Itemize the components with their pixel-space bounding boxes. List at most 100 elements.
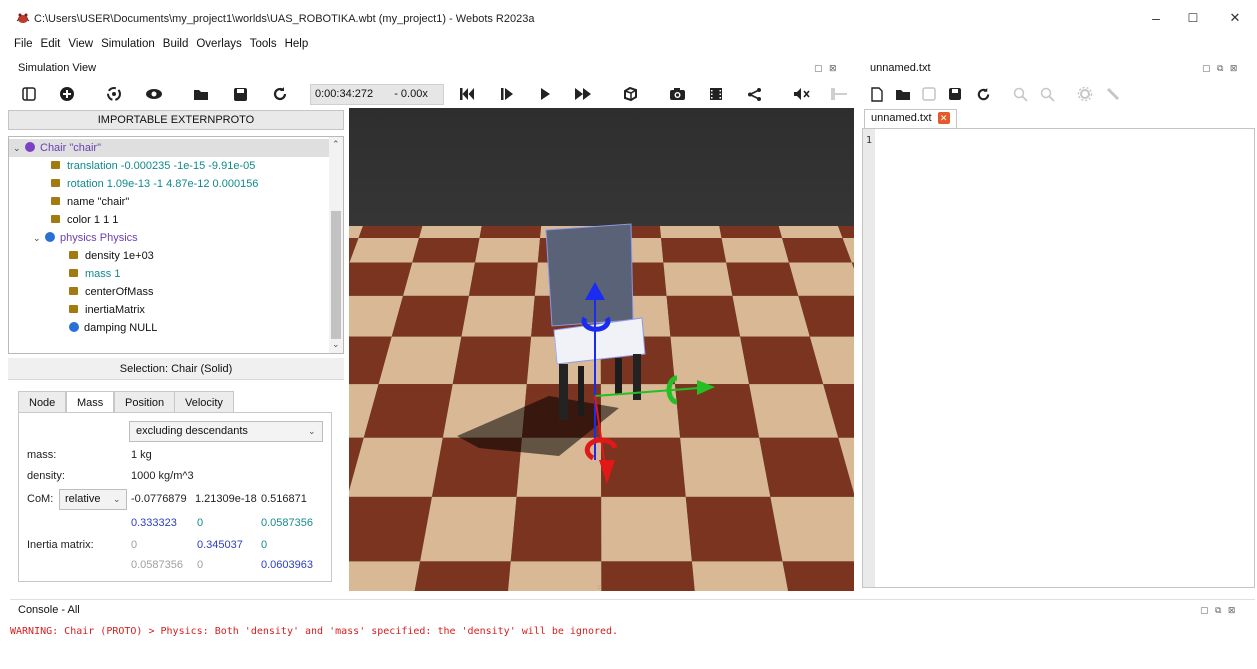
tree-scroll-thumb[interactable] <box>331 211 341 339</box>
editor-panel-buttons-icon[interactable]: ▢ ⧉ ⊠ <box>1202 58 1239 78</box>
save-icon[interactable] <box>229 83 251 105</box>
tree-field-density[interactable]: density 1e+03 <box>69 247 154 265</box>
field-icon <box>51 161 60 170</box>
tree-field-mass[interactable]: mass 1 <box>69 265 120 283</box>
clean-icon[interactable] <box>1102 83 1124 105</box>
mute-icon[interactable] <box>790 83 812 105</box>
com-mode-value: relative <box>65 493 101 505</box>
tree-field-rotation[interactable]: rotation 1.09e-13 -1 4.87e-12 0.000156 <box>51 175 258 193</box>
fast-forward-icon[interactable] <box>572 83 594 105</box>
floor-tile <box>666 295 741 337</box>
sidebar-toggle-icon[interactable] <box>18 83 40 105</box>
build-icon[interactable] <box>1074 83 1096 105</box>
field-label: rotation 1.09e-13 -1 4.87e-12 0.000156 <box>67 178 259 190</box>
descendants-select[interactable]: excluding descendants ⌄ <box>129 421 323 442</box>
scroll-down-icon[interactable]: ⌄ <box>332 339 340 350</box>
tab-node[interactable]: Node <box>18 391 67 413</box>
editor-revert-icon[interactable] <box>972 83 994 105</box>
inertia-r1-c3: 0.0587356 <box>261 517 313 529</box>
floor-tile <box>403 262 476 296</box>
panel-float-close-icon[interactable]: ▢ ⊠ <box>814 58 839 78</box>
inertia-r2-c2: 0.345037 <box>197 539 243 551</box>
open-folder-icon[interactable] <box>190 83 212 105</box>
inertia-r1-c1: 0.333323 <box>131 517 177 529</box>
add-node-icon[interactable] <box>56 83 78 105</box>
window-title: C:\Users\USER\Documents\my_project1\worl… <box>34 13 535 25</box>
menu-overlays[interactable]: Overlays <box>192 36 245 56</box>
record-icon[interactable] <box>705 83 727 105</box>
menu-file[interactable]: File <box>10 36 37 56</box>
floor-tile <box>749 384 839 438</box>
play-icon[interactable] <box>534 83 556 105</box>
floor-tile <box>670 336 750 385</box>
tree-node-damping[interactable]: damping NULL <box>69 319 157 337</box>
tab-velocity[interactable]: Velocity <box>174 391 234 413</box>
new-file-icon[interactable] <box>866 83 888 105</box>
tree-field-inertiamatrix[interactable]: inertiaMatrix <box>69 301 145 319</box>
menu-tools[interactable]: Tools <box>246 36 281 56</box>
tree-node-label: damping NULL <box>84 322 158 334</box>
tab-position[interactable]: Position <box>114 391 176 413</box>
console-panel-buttons-icon[interactable]: ▢ ⧉ ⊠ <box>1200 600 1237 620</box>
floor-tile <box>788 262 854 296</box>
console-header: Console - All ▢ ⧉ ⊠ <box>10 599 1255 619</box>
tree-field-translation[interactable]: translation -0.000235 -1e-15 -9.91e-05 <box>51 157 255 175</box>
floor-tile <box>680 437 771 497</box>
field-icon <box>51 179 60 188</box>
scroll-up-icon[interactable]: ⌃ <box>332 139 340 150</box>
cube-icon[interactable] <box>619 83 641 105</box>
tree-scrollbar[interactable]: ⌃ ⌄ <box>329 137 343 353</box>
tree-node-physics[interactable]: ⌄ physics Physics <box>33 229 138 247</box>
screenshot-icon[interactable] <box>666 83 688 105</box>
tree-node-chair[interactable]: ⌄ Chair "chair" <box>9 139 329 157</box>
editor-save-disabled-icon[interactable] <box>918 83 940 105</box>
step-icon[interactable] <box>496 83 518 105</box>
menu-build[interactable]: Build <box>159 36 193 56</box>
floor-tile <box>732 295 810 337</box>
density-value: 1000 kg/m^3 <box>131 470 194 482</box>
text-editor[interactable]: 1 <box>862 128 1255 588</box>
floor-tile <box>661 238 727 263</box>
editor-save-all-icon[interactable] <box>944 83 966 105</box>
close-tab-icon[interactable]: ✕ <box>937 112 950 125</box>
3d-scene[interactable] <box>349 108 854 591</box>
field-icon <box>69 251 78 260</box>
collapse-arrow-icon[interactable]: ⌄ <box>13 139 25 157</box>
replace-icon[interactable] <box>1036 83 1058 105</box>
mass-tab-content: excluding descendants ⌄ mass: 1 kg densi… <box>18 412 332 582</box>
com-label: CoM: <box>27 493 54 505</box>
field-icon <box>69 269 78 278</box>
com-z: 0.516871 <box>261 493 307 505</box>
tab-mass[interactable]: Mass <box>66 391 115 413</box>
editor-open-icon[interactable] <box>892 83 914 105</box>
node-icon <box>45 232 55 243</box>
view-resize-handle[interactable]: ⁝⁝ <box>589 584 609 591</box>
importable-externproto-button[interactable]: IMPORTABLE EXTERNPROTO <box>8 110 344 130</box>
step-back-icon[interactable] <box>456 83 478 105</box>
menu-edit[interactable]: Edit <box>37 36 65 56</box>
close-button[interactable]: ✕ <box>1212 6 1257 30</box>
reload-icon[interactable] <box>269 83 291 105</box>
floor-tile <box>349 561 421 591</box>
menu-simulation[interactable]: Simulation <box>97 36 159 56</box>
orbit-icon[interactable] <box>103 83 125 105</box>
tree-field-name[interactable]: name "chair" <box>51 193 129 211</box>
field-icon <box>51 197 60 206</box>
floor-tile <box>691 561 789 591</box>
collapse-arrow-icon[interactable]: ⌄ <box>33 229 45 247</box>
floor-tile <box>378 336 462 385</box>
tree-field-color[interactable]: color 1 1 1 <box>51 211 118 229</box>
volume-slider-icon[interactable] <box>828 83 850 105</box>
com-mode-select[interactable]: relative ⌄ <box>59 489 127 510</box>
maximize-button[interactable]: ☐ <box>1170 6 1216 30</box>
floor-tile <box>414 561 511 591</box>
eye-icon[interactable] <box>143 83 165 105</box>
editor-tab[interactable]: unnamed.txt ✕ <box>864 109 957 128</box>
floor-tile <box>719 226 783 239</box>
menu-view[interactable]: View <box>64 36 97 56</box>
menu-help[interactable]: Help <box>281 36 313 56</box>
share-icon[interactable] <box>743 83 765 105</box>
find-icon[interactable] <box>1009 83 1031 105</box>
tree-field-centerofmass[interactable]: centerOfMass <box>69 283 153 301</box>
3d-viewport[interactable]: ⁝⁝ <box>349 108 854 591</box>
